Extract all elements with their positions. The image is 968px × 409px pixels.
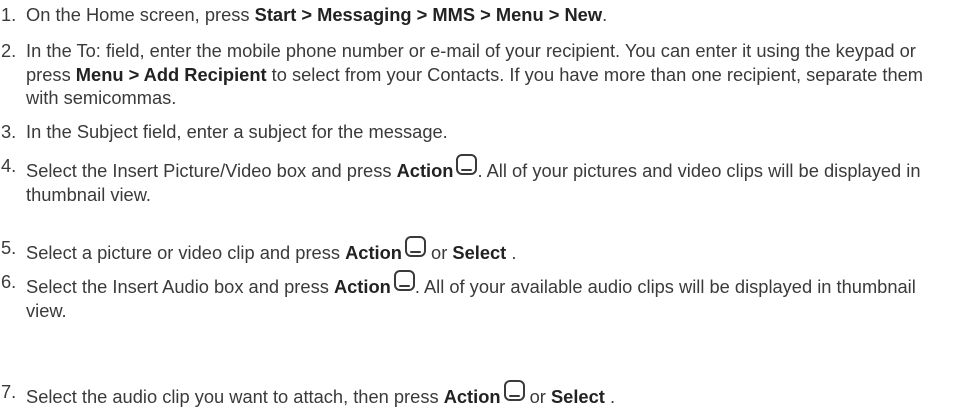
step-text-part: In the Subject field, enter a subject fo… <box>26 121 448 142</box>
step-number: 6. <box>1 271 17 292</box>
step-number: 4. <box>1 155 17 176</box>
action-key-label: Action <box>333 276 391 297</box>
step-text: In the To: field, enter the mobile phone… <box>26 39 960 110</box>
step-text: Select the audio clip you want to attach… <box>26 380 960 409</box>
action-key-label: Action <box>345 242 402 263</box>
step-text: Select the Insert Audio box and press Ac… <box>26 270 960 322</box>
action-button-icon <box>404 236 426 257</box>
action-button-icon <box>456 154 478 175</box>
step-text-part: Select the Insert Picture/Video box and … <box>26 160 397 181</box>
action-key-label: Action <box>396 160 454 181</box>
select-key-label: Select <box>550 386 605 407</box>
step-text: Select the Insert Picture/Video box and … <box>26 154 960 206</box>
step-text-part: Select a picture or video clip and press <box>26 242 346 263</box>
step-text-part: Select the Insert Audio box and press <box>26 276 334 297</box>
select-key-label: Select <box>452 242 507 263</box>
step-text-part: or <box>425 242 453 263</box>
action-key-label: Action <box>443 386 501 407</box>
action-button-icon <box>393 270 415 291</box>
step-number: 3. <box>1 121 17 142</box>
step-text-part: Select the audio clip you want to attach… <box>26 386 444 407</box>
step-number: 5. <box>1 237 17 258</box>
step-text-part: On the Home screen, press <box>26 4 255 25</box>
step-text-part: . <box>506 242 517 263</box>
step-text-part: or <box>524 386 551 407</box>
step-text: In the Subject field, enter a subject fo… <box>26 120 960 144</box>
step-text: On the Home screen, press Start > Messag… <box>26 3 960 27</box>
step-text-part: . <box>604 386 616 407</box>
menu-path: Menu > Add Recipient <box>75 63 267 85</box>
menu-path: Start > Messaging > MMS > Menu > New <box>254 4 603 25</box>
step-number: 1. <box>1 4 17 25</box>
step-number: 7. <box>1 381 17 402</box>
step-number: 2. <box>1 40 17 61</box>
step-text-part: . <box>602 4 608 25</box>
action-button-icon <box>503 380 525 401</box>
step-text: Select a picture or video clip and press… <box>26 236 960 265</box>
